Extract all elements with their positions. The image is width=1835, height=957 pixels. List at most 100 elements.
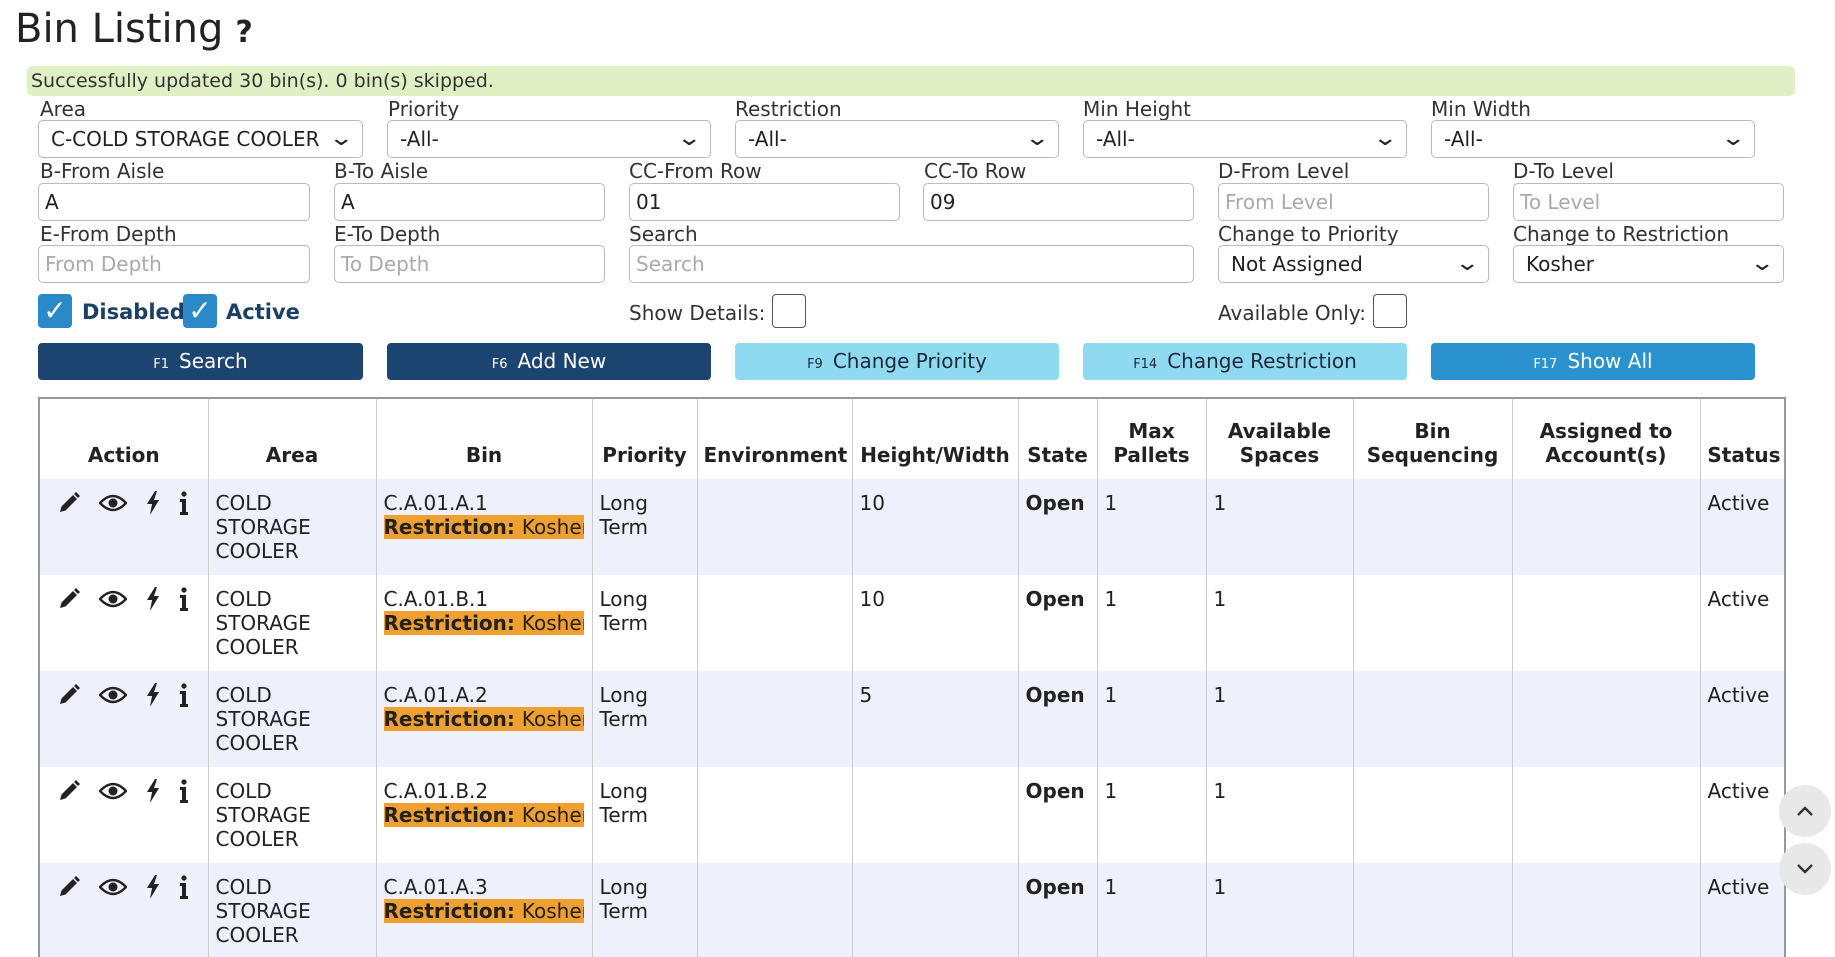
change-restriction-label: Change to Restriction [1513,222,1730,246]
to-level-input[interactable]: To Level [1513,183,1784,221]
view-icon[interactable] [99,781,127,801]
bolt-icon[interactable] [145,779,161,803]
info-icon[interactable] [179,779,189,803]
priority-text-2: Term [599,707,648,731]
scroll-down-button[interactable] [1779,843,1831,895]
show-all-button[interactable]: F17 Show All [1431,343,1755,380]
search-input[interactable]: Search [629,245,1194,283]
bin-table: Action Area Bin Priority Environment Hei… [38,397,1786,957]
scroll-up-button[interactable] [1779,785,1831,837]
min-width-select-value: -All- [1444,127,1483,151]
header-status[interactable]: Status [1700,399,1784,479]
max-pallets-cell: 1 [1097,863,1207,957]
area-cell: COLD STORAGE COOLER [208,863,377,957]
min-height-select[interactable]: -All- ⌄ [1083,120,1407,158]
change-restriction-select-value: Kosher [1526,252,1594,276]
restriction-select[interactable]: -All- ⌄ [735,120,1059,158]
page-title-text: Bin Listing [15,6,224,52]
info-icon[interactable] [179,587,189,611]
view-icon[interactable] [99,589,127,609]
bin-code[interactable]: C.A.01.A.1 [384,491,488,515]
change-restriction-select[interactable]: Kosher ⌄ [1513,245,1784,283]
bolt-icon[interactable] [145,683,161,707]
to-row-input[interactable]: 09 [923,183,1194,221]
restriction-label: Restriction [735,97,842,121]
header-assigned-accounts[interactable]: Assigned to Account(s) [1512,399,1701,479]
search-button[interactable]: F1 Search [38,343,363,380]
from-row-input[interactable]: 01 [629,183,900,221]
header-bin[interactable]: Bin [376,399,593,479]
bolt-icon[interactable] [145,491,161,515]
to-aisle-input[interactable]: A [334,183,605,221]
action-cell [40,575,209,671]
bin-code[interactable]: C.A.01.A.3 [384,875,488,899]
bolt-icon[interactable] [145,875,161,899]
from-aisle-input[interactable]: A [38,183,310,221]
area-text-3: COOLER [215,539,299,563]
show-details-checkbox[interactable] [772,294,806,328]
min-width-label: Min Width [1431,97,1531,121]
change-restriction-button[interactable]: F14 Change Restriction [1083,343,1407,380]
info-icon[interactable] [179,491,189,515]
bolt-icon[interactable] [145,587,161,611]
info-icon[interactable] [179,875,189,899]
header-height-width[interactable]: Height/Width [852,399,1019,479]
header-environment[interactable]: Environment [697,399,853,479]
edit-icon[interactable] [57,491,81,515]
restriction-tag: Restriction: Kosher [383,515,584,539]
header-assigned-line2: Account(s) [1545,443,1667,467]
area-select-value: C-COLD STORAGE COOLER [51,127,320,151]
add-new-button[interactable]: F6 Add New [387,343,711,380]
from-depth-input[interactable]: From Depth [38,245,310,283]
chevron-down-icon: ⌄ [1719,126,1746,151]
header-state[interactable]: State [1018,399,1098,479]
available-only-checkbox[interactable] [1373,294,1407,328]
search-button-key: F1 [153,357,170,372]
header-area[interactable]: Area [208,399,377,479]
edit-icon[interactable] [57,587,81,611]
available-spaces-cell: 1 [1206,479,1354,575]
min-width-select[interactable]: -All- ⌄ [1431,120,1755,158]
restriction-tag-value: Kosher [521,611,584,635]
from-level-input[interactable]: From Level [1218,183,1489,221]
environment-cell [697,479,853,575]
chevron-down-icon: ⌄ [675,126,702,151]
bin-code[interactable]: C.A.01.B.2 [384,779,489,803]
chevron-down-icon: ⌄ [1748,251,1775,276]
disabled-checkbox[interactable]: ✓ [38,294,72,328]
header-available-line1: Available [1227,419,1332,443]
edit-icon[interactable] [57,683,81,707]
bin-code[interactable]: C.A.01.A.2 [384,683,488,707]
change-priority-button[interactable]: F9 Change Priority [735,343,1059,380]
edit-icon[interactable] [57,875,81,899]
bin-cell: C.A.01.A.2 Restriction: Kosher [376,671,593,767]
view-icon[interactable] [99,877,127,897]
area-select[interactable]: C-COLD STORAGE COOLER ⌄ [38,120,363,158]
info-icon[interactable] [179,683,189,707]
priority-cell: Long Term [592,479,698,575]
change-restriction-button-label: Change Restriction [1167,349,1357,373]
header-priority[interactable]: Priority [592,399,698,479]
priority-select-value: -All- [400,127,439,151]
header-max-pallets[interactable]: Max Pallets [1097,399,1207,479]
environment-cell [697,671,853,767]
priority-select[interactable]: -All- ⌄ [387,120,711,158]
view-icon[interactable] [99,493,127,513]
header-bin-sequencing[interactable]: Bin Sequencing [1353,399,1513,479]
priority-text-1: Long [599,779,648,803]
edit-icon[interactable] [57,779,81,803]
header-action[interactable]: Action [40,399,209,479]
view-icon[interactable] [99,685,127,705]
bin-code[interactable]: C.A.01.B.1 [384,587,489,611]
header-available-spaces[interactable]: Available Spaces [1206,399,1354,479]
to-aisle-label: B-To Aisle [334,159,429,183]
active-checkbox[interactable]: ✓ [183,294,217,328]
to-depth-input[interactable]: To Depth [334,245,605,283]
priority-cell: Long Term [592,671,698,767]
change-priority-select[interactable]: Not Assigned ⌄ [1218,245,1489,283]
scroll-up-icon [1797,806,1813,816]
search-label: Search [629,222,698,246]
page-title: Bin Listing ? [15,6,253,52]
search-button-label: Search [179,349,248,373]
help-icon[interactable]: ? [235,15,252,50]
